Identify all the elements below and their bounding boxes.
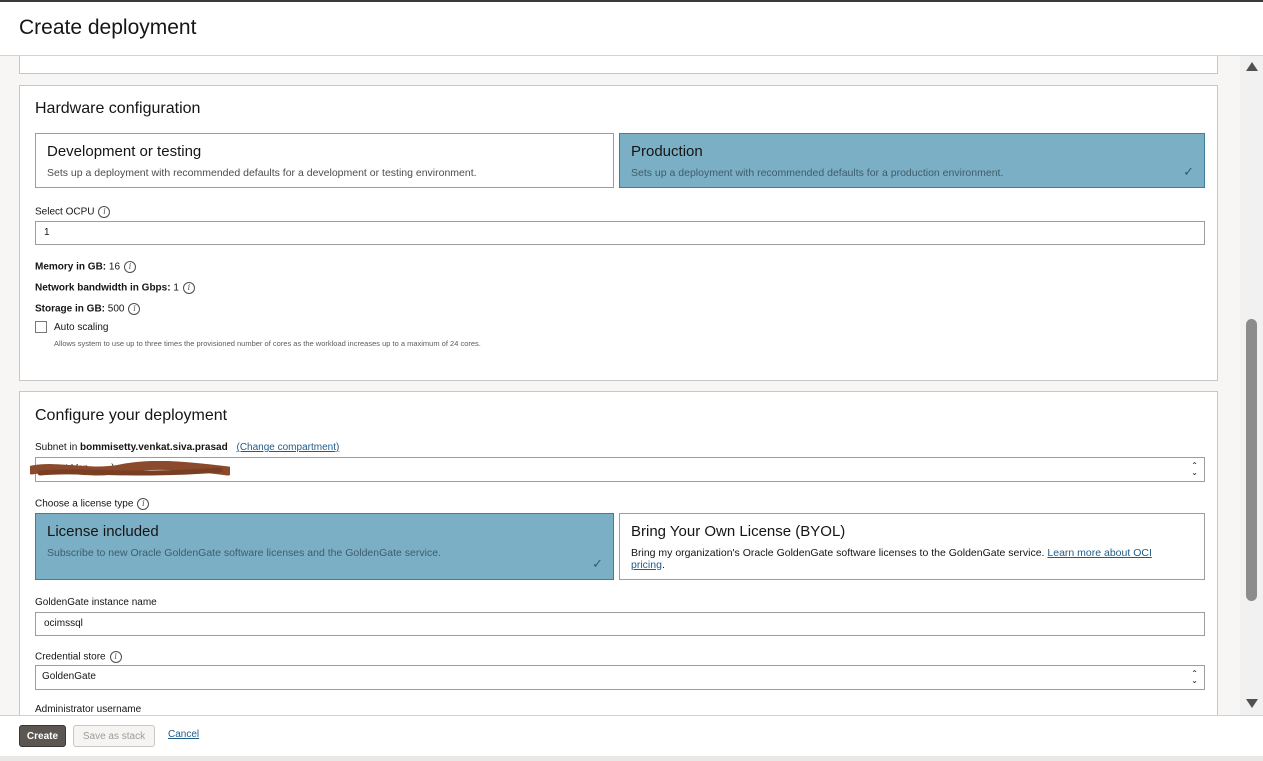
cancel-link[interactable]: Cancel — [168, 729, 199, 740]
info-icon[interactable]: i — [128, 303, 141, 315]
configure-section-title: Configure your deployment — [35, 407, 228, 424]
subnet-select[interactable]: …net-Vcn… …) ⌃ ⌄ — [30, 457, 1205, 482]
option-license-included[interactable]: License included Subscribe to new Oracle… — [35, 513, 614, 580]
option-description: Sets up a deployment with recommended de… — [47, 167, 477, 179]
ocpu-input[interactable]: 1 — [35, 221, 1205, 245]
select-arrows-icon: ⌃ ⌄ — [1191, 461, 1198, 477]
previous-section-panel — [19, 56, 1218, 74]
info-icon[interactable]: i — [98, 206, 111, 218]
admin-username-label: Administrator username — [35, 704, 142, 715]
instance-name-input[interactable]: ocimssql — [35, 612, 1205, 636]
option-description: Subscribe to new Oracle GoldenGate softw… — [47, 547, 441, 559]
save-as-stack-button[interactable]: Save as stack — [73, 725, 155, 747]
hardware-section-title: Hardware configuration — [35, 100, 201, 117]
window-bottom-strip — [0, 756, 1263, 761]
option-development-testing[interactable]: Development or testing Sets up a deploym… — [35, 133, 614, 188]
page-title: Create deployment — [19, 16, 197, 39]
credential-selected-value: GoldenGate — [42, 671, 96, 682]
scroll-up-arrow-icon[interactable] — [1246, 62, 1258, 71]
page-header: Create deployment — [0, 2, 1263, 56]
check-icon: ✓ — [1183, 164, 1194, 179]
network-spec: Network bandwidth in Gbps: 1i — [35, 282, 195, 294]
instance-name-label: GoldenGate instance name — [35, 597, 157, 608]
info-icon[interactable]: i — [137, 498, 150, 510]
credential-store-select[interactable]: GoldenGate ⌃ ⌄ — [35, 665, 1205, 690]
configure-deployment-panel: Configure your deployment Subnet in bomm… — [19, 391, 1218, 715]
scrollbar-thumb[interactable] — [1246, 319, 1257, 601]
scroll-down-arrow-icon[interactable] — [1246, 699, 1258, 708]
action-footer: Create Save as stack Cancel — [0, 715, 1263, 761]
subnet-label: Subnet in bommisetty.venkat.siva.prasad … — [35, 442, 340, 453]
credential-store-label: Credential store i — [35, 651, 122, 663]
info-icon[interactable]: i — [124, 261, 137, 273]
option-title: Development or testing — [47, 143, 202, 160]
autoscaling-label: Auto scaling — [54, 322, 109, 333]
ocpu-label: Select OCPU i — [35, 206, 111, 218]
vertical-scrollbar[interactable] — [1240, 56, 1263, 715]
memory-spec: Memory in GB: 16 i — [35, 261, 137, 273]
info-icon[interactable]: i — [182, 282, 195, 294]
create-button[interactable]: Create — [19, 725, 66, 747]
option-production[interactable]: Production Sets up a deployment with rec… — [619, 133, 1205, 188]
option-byol[interactable]: Bring Your Own License (BYOL) Bring my o… — [619, 513, 1205, 580]
autoscaling-checkbox[interactable] — [35, 321, 47, 333]
option-description: Sets up a deployment with recommended de… — [631, 167, 1004, 179]
option-title: Bring Your Own License (BYOL) — [631, 523, 846, 540]
storage-spec: Storage in GB: 500 i — [35, 303, 141, 315]
option-description: Bring my organization's Oracle GoldenGat… — [631, 547, 1152, 571]
hardware-configuration-panel: Hardware configuration Development or te… — [19, 85, 1218, 381]
change-compartment-link[interactable]: (Change compartment) — [236, 442, 339, 453]
license-type-label: Choose a license type i — [35, 498, 150, 510]
info-icon[interactable]: i — [109, 651, 122, 663]
form-content: Hardware configuration Development or te… — [0, 56, 1240, 715]
redaction-mark — [30, 461, 230, 476]
option-title: Production — [631, 143, 703, 160]
select-arrows-icon: ⌃ ⌄ — [1191, 669, 1198, 685]
check-icon: ✓ — [592, 556, 603, 571]
option-title: License included — [47, 523, 159, 540]
autoscaling-helper-text: Allows system to use up to three times t… — [54, 339, 481, 348]
